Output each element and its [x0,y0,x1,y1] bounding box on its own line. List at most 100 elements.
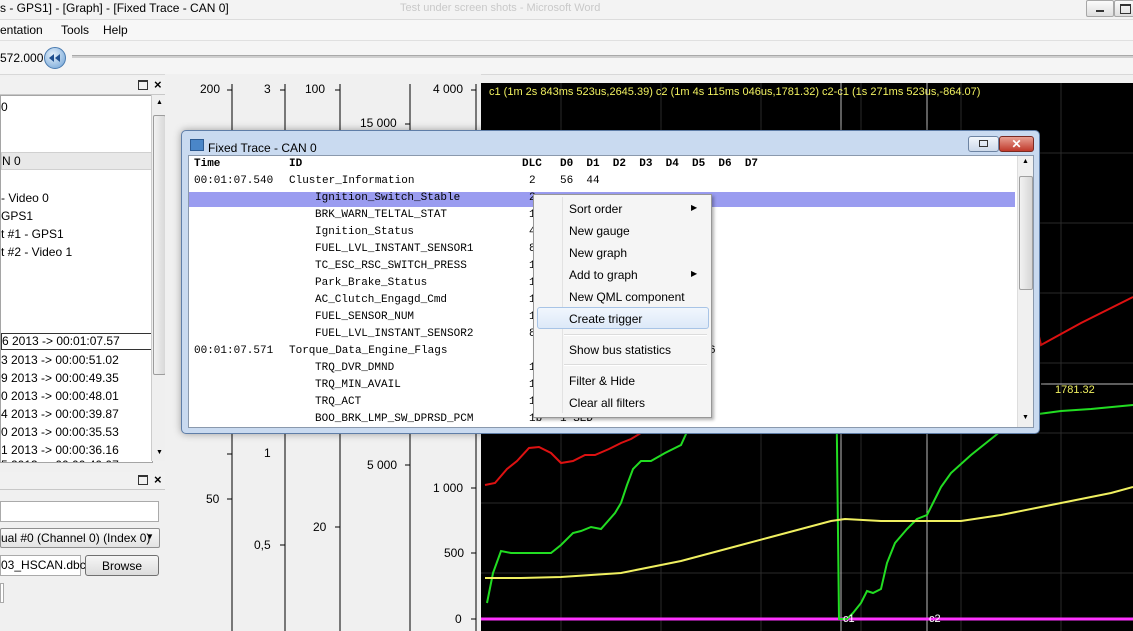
menu-item-new-gauge[interactable]: New gauge [569,224,630,238]
timeline-slider[interactable] [72,55,1133,58]
trace-row[interactable]: 00:01:07.540 Cluster_Information 2 56 44 [189,175,1015,191]
window-title: s - GPS1] - [Graph] - [Fixed Trace - CAN… [0,1,229,15]
close-icon[interactable]: × [154,472,162,487]
scroll-thumb[interactable] [1019,176,1033,290]
axis3-tick: 20 [313,520,327,534]
tree-item[interactable]: GPS1 [1,209,33,223]
trace-cell-id: Cluster_Information [289,175,415,187]
menu-item-presentation[interactable]: entation [0,23,43,37]
restore-icon [979,140,988,147]
axis1-tick: 200 [200,82,221,96]
tree-item-selected[interactable]: N 0 [1,152,153,170]
dialog-close-button[interactable]: ✕ [999,136,1034,152]
minimize-button[interactable] [1086,0,1114,17]
log-item[interactable]: 0 2013 -> 00:00:48.01 [1,389,119,403]
scroll-up-icon[interactable]: ▲ [156,99,163,106]
trace-window-icon [190,139,204,151]
dbc-file-field[interactable]: 03_HSCAN.dbc [0,555,86,576]
axis2-tick: 3 [264,82,271,96]
cursor-readout: c1 (1m 2s 843ms 523us,2645.39) c2 (1m 4s… [489,86,981,98]
column-header-dlc[interactable]: DLC [522,158,542,170]
menu-separator [564,364,707,366]
trace-cell-id: FUEL_LVL_INSTANT_SENSOR1 [315,243,474,255]
channel-select[interactable]: ual #0 (Channel 0) (Index 0) ▼ [0,528,160,548]
cursor-c2-label[interactable]: c2 [929,613,941,625]
log-item[interactable]: 9 2013 -> 00:00:49.35 [1,371,119,385]
menu-item-help[interactable]: Help [103,23,128,37]
axis2-tick: 0,5 [254,538,271,552]
context-menu: Sort order ▶ New gauge New graph Add to … [533,194,712,418]
rewind-button[interactable] [44,47,66,69]
bottom-dock-header: × [0,472,165,490]
background-window-title: Test under screen shots - Microsoft Word [400,2,601,14]
menu-item-sort-order[interactable]: Sort order [569,202,622,216]
trace-cell-time: 00:01:07.540 [194,175,274,187]
log-item[interactable]: 3 2013 -> 00:00:51.02 [1,353,119,367]
menu-item-filter-hide[interactable]: Filter & Hide [569,374,635,388]
axis4-tick: 5 000 [367,458,398,472]
trace-cell-dlc: 2 [529,175,536,187]
menu-item-new-graph[interactable]: New graph [569,246,627,260]
tree-item[interactable]: t #1 - GPS1 [1,227,64,241]
trace-cell-id: TRQ_ACT [315,396,362,408]
value-label: 1781.32 [1055,384,1095,396]
yellow-trace [485,486,1133,579]
time-readout: 572.000 [0,51,44,65]
log-item-selected[interactable]: 6 2013 -> 00:01:07.57 [1,333,152,350]
menu-item-add-to-graph[interactable]: Add to graph [569,268,638,282]
maximize-icon [1120,4,1131,14]
axis5-tick: 0 [455,612,462,626]
trace-cell-id: FUEL_SENSOR_NUM [315,311,415,323]
float-icon[interactable] [138,475,148,485]
left-dock-header: × [0,77,165,95]
trace-cell-id: Torque_Data_Engine_Flags [289,345,448,357]
browse-button[interactable]: Browse [85,555,159,576]
log-item[interactable]: 1 2013 -> 00:00:36.16 [1,443,119,457]
tree-item[interactable]: - Video 0 [1,191,49,205]
filter-input[interactable] [0,501,159,522]
left-dock-scrollbar[interactable]: ▲ ▼ [151,95,166,461]
close-icon[interactable]: × [154,77,162,92]
menu-item-tools[interactable]: Tools [61,23,89,37]
close-icon: ✕ [1011,137,1022,151]
trace-cell-id: Park_Brake_Status [315,277,428,289]
column-header-id[interactable]: ID [289,158,302,170]
trace-cell-id: TC_ESC_RSC_SWITCH_PRESS [315,260,467,272]
log-item[interactable]: 5 2013 -> 00:00:40.07 [1,458,119,462]
trace-scrollbar[interactable]: ▲ ▼ [1017,156,1033,427]
axis1-tick: 50 [206,492,220,506]
trace-cell-id: TRQ_MIN_AVAIL [315,379,401,391]
log-item[interactable]: 4 2013 -> 00:00:39.87 [1,407,119,421]
trace-cell-id: BRK_WARN_TELTAL_STAT [315,209,448,221]
submenu-arrow-icon: ▶ [691,203,698,212]
chevron-down-icon: ▼ [146,532,154,541]
log-item[interactable]: 0 2013 -> 00:00:35.53 [1,425,119,439]
trace-cell-data: 56 44 [560,175,600,187]
scroll-down-icon[interactable]: ▼ [156,449,163,456]
menu-item-clear-all-filters[interactable]: Clear all filters [569,396,645,410]
column-header-data[interactable]: D0 D1 D2 D3 D4 D5 D6 D7 [560,158,758,170]
menu-separator [564,334,707,336]
menu-gutter [562,197,563,413]
axis1-tick: 1 [264,446,271,460]
scroll-up-icon[interactable]: ▲ [1022,158,1029,165]
menu-item-show-bus-statistics[interactable]: Show bus statistics [569,343,671,357]
scroll-down-icon[interactable]: ▼ [1022,414,1029,421]
float-icon[interactable] [138,80,148,90]
maximize-button[interactable] [1114,0,1133,17]
menu-item-new-qml-component[interactable]: New QML component [569,290,685,304]
trace-cell-id: FUEL_LVL_INSTANT_SENSOR2 [315,328,474,340]
submenu-arrow-icon: ▶ [691,269,698,278]
option-checkbox[interactable] [0,583,4,603]
trace-cell-time: 00:01:07.571 [194,345,274,357]
tree-item[interactable]: t #2 - Video 1 [1,245,72,259]
trace-cell-id: Ignition_Switch_Stable [315,192,461,204]
menu-item-create-trigger[interactable]: Create trigger [569,312,642,326]
dialog-restore-button[interactable] [968,136,999,152]
trace-cell-id: Ignition_Status [315,226,415,238]
axis5-tick: 4 000 [433,82,464,96]
menu-bar: entation Tools Help [0,20,1133,41]
cursor-c1-label[interactable]: c1 [843,613,855,625]
column-header-time[interactable]: Time [194,158,220,170]
tree-item[interactable]: 0 [1,100,8,114]
